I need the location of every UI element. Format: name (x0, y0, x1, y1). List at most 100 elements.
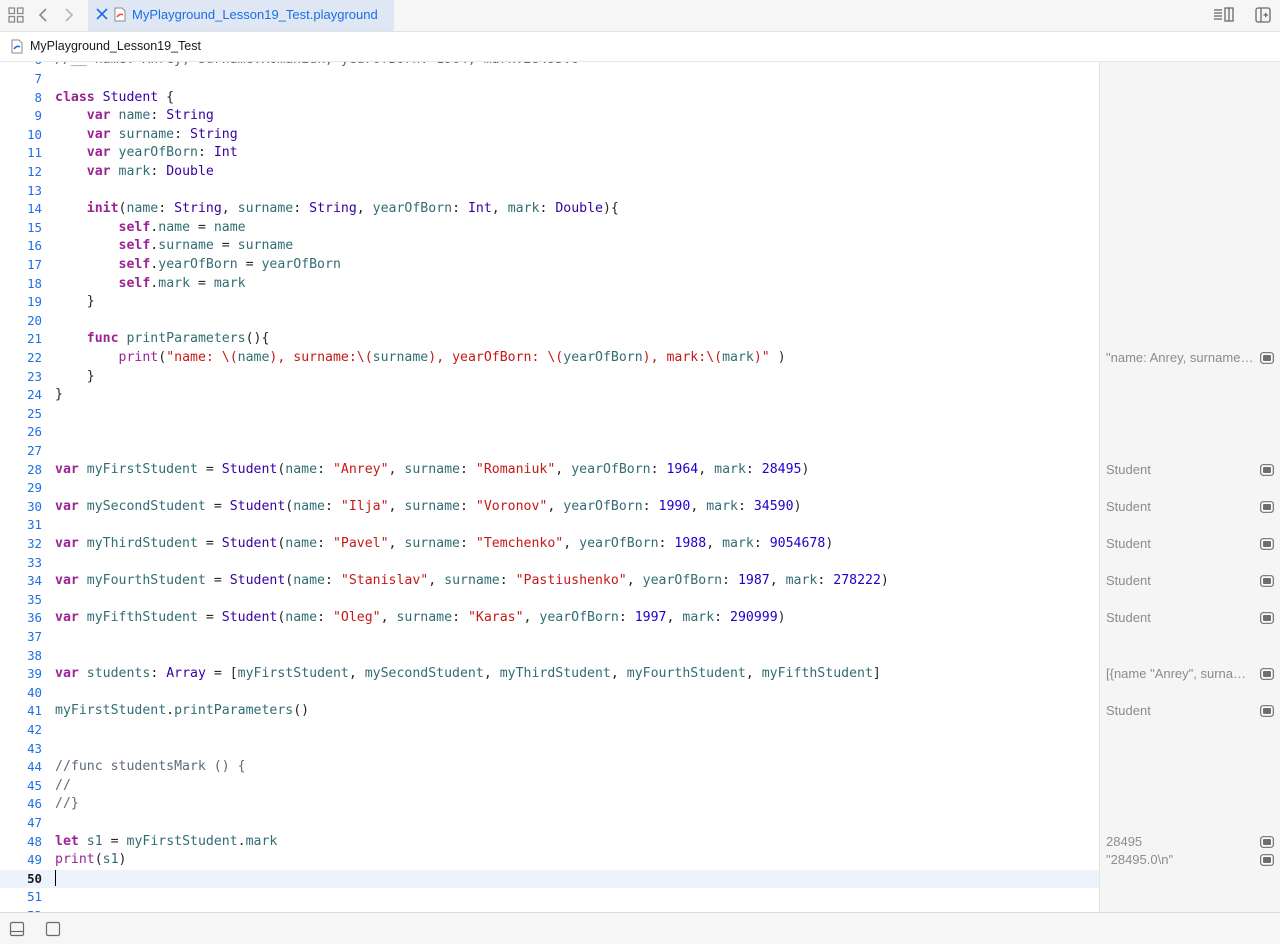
code-line[interactable]: 30 var mySecondStudent = Student(name: "I… (0, 498, 1099, 517)
code-line[interactable]: 26 (0, 423, 1099, 442)
result-value: Student (1106, 610, 1151, 626)
result-item[interactable]: "28495.0\n" (1106, 851, 1276, 870)
code-line[interactable]: 51 (0, 888, 1099, 907)
code-line[interactable]: 10 var surname: String (0, 126, 1099, 145)
editor-tab[interactable]: MyPlayground_Lesson19_Test.playground (88, 0, 394, 31)
code-line[interactable]: 21 func printParameters(){ (0, 330, 1099, 349)
line-number: 21 (27, 331, 42, 347)
code-line[interactable]: 28 var myFirstStudent = Student(name: "An… (0, 461, 1099, 480)
code-line[interactable]: 25 (0, 405, 1099, 424)
result-item[interactable]: 28495 (1106, 833, 1276, 852)
code-line[interactable]: 20 (0, 312, 1099, 331)
code-line[interactable]: 37 (0, 628, 1099, 647)
result-item[interactable]: Student (1106, 498, 1276, 517)
code-line[interactable]: 24} (0, 386, 1099, 405)
result-item[interactable]: "name: Anrey, surname: Romaniuk, yearOfB… (1106, 349, 1276, 368)
code-line[interactable]: 18 self.mark = mark (0, 275, 1099, 294)
line-number: 47 (27, 815, 42, 830)
code-line[interactable]: 40 (0, 684, 1099, 703)
code-line[interactable]: 48 let s1 = myFirstStudent.mark (0, 833, 1099, 852)
close-icon[interactable] (95, 7, 109, 21)
code-line[interactable]: 33 (0, 554, 1099, 573)
grid-icon[interactable] (7, 6, 25, 24)
code-line[interactable]: 7 (0, 70, 1099, 89)
tab-title: MyPlayground_Lesson19_Test.playground (132, 7, 378, 22)
code-text: //func studentsMark () { (55, 759, 246, 775)
jump-bar-file-name[interactable]: MyPlayground_Lesson19_Test (30, 39, 201, 53)
code-line[interactable]: 35 (0, 591, 1099, 610)
line-number: 23 (27, 368, 42, 384)
code-line[interactable]: 13 (0, 182, 1099, 201)
code-line[interactable]: 22 print("name: \(name), surname:\(surna… (0, 349, 1099, 368)
result-item[interactable]: Student (1106, 609, 1276, 628)
code-line[interactable]: 16 self.surname = surname (0, 237, 1099, 256)
editor-options-icon[interactable] (1213, 6, 1235, 24)
jump-bar[interactable]: MyPlayground_Lesson19_Test (0, 32, 1280, 62)
code-line[interactable]: 41 myFirstStudent.printParameters() (0, 702, 1099, 721)
line-number: 37 (27, 629, 42, 644)
code-line[interactable]: 36 var myFifthStudent = Student(name: "Ol… (0, 609, 1099, 628)
quick-look-icon[interactable] (1260, 705, 1274, 718)
code-line[interactable]: 8 class Student { (0, 89, 1099, 108)
line-number: 6 (0, 62, 42, 70)
result-item[interactable]: Student (1106, 461, 1276, 480)
line-number: 18 (27, 275, 42, 291)
code-line[interactable]: 11 var yearOfBorn: Int (0, 144, 1099, 163)
code-line[interactable]: 23 } (0, 368, 1099, 387)
quick-look-icon[interactable] (1260, 612, 1274, 625)
toggle-debug-area-icon[interactable] (9, 921, 25, 937)
result-item[interactable]: [{name "Anrey", surname "Romaniuk", year… (1106, 665, 1276, 684)
quick-look-icon[interactable] (1260, 500, 1274, 513)
forward-chevron-icon[interactable] (59, 6, 77, 24)
quick-look-icon[interactable] (1260, 352, 1274, 364)
code-line[interactable]: 15 self.name = name (0, 219, 1099, 238)
line-number: 35 (27, 591, 42, 607)
playground-file-icon (11, 39, 23, 54)
quick-look-icon[interactable] (1260, 835, 1274, 848)
code-text: var mark: Double (86, 164, 214, 179)
code-line[interactable]: 46 //} (0, 795, 1099, 814)
result-value: "28495.0\n" (1106, 852, 1174, 868)
code-line[interactable]: 39 var students: Array = [myFirstStudent,… (0, 665, 1099, 684)
code-line[interactable]: 32 var myThirdStudent = Student(name: "Pa… (0, 535, 1099, 554)
code-text: self.surname = surname (118, 238, 294, 254)
code-line[interactable]: 43 (0, 740, 1099, 759)
result-item[interactable]: Student (1106, 535, 1276, 554)
code-line[interactable]: 49 print(s1) (0, 851, 1099, 870)
result-item[interactable]: Student (1106, 572, 1276, 591)
quick-look-icon[interactable] (1260, 463, 1274, 476)
code-line[interactable]: 47 (0, 814, 1099, 833)
code-line[interactable]: 42 (0, 721, 1099, 740)
code-line[interactable]: 19 } (0, 293, 1099, 312)
code-line[interactable]: 34 var myFourthStudent = Student(name: "S… (0, 572, 1099, 591)
code-text: var mySecondStudent = Student(name: "Ilj… (55, 498, 802, 514)
current-code-line[interactable]: 50 (0, 869, 1099, 889)
line-number: 32 (27, 536, 42, 551)
add-editor-icon[interactable] (1254, 6, 1272, 24)
code-line[interactable]: 45 // (0, 777, 1099, 796)
code-line[interactable]: 29 (0, 479, 1099, 498)
quick-look-icon[interactable] (1260, 668, 1274, 681)
line-number: 33 (27, 554, 42, 570)
code-line[interactable]: 6 //__ name: Anrey, surname:Romaniuk, yea… (0, 62, 1099, 70)
back-chevron-icon[interactable] (35, 6, 53, 24)
code-line[interactable]: 31 (0, 516, 1099, 535)
code-editor[interactable]: 6 //__ name: Anrey, surname:Romaniuk, yea… (0, 62, 1099, 912)
line-number: 11 (27, 145, 42, 161)
code-line[interactable]: 38 (0, 647, 1099, 666)
line-number: 43 (27, 740, 42, 756)
result-item[interactable]: Student (1106, 702, 1276, 721)
code-line[interactable]: 12 var mark: Double (0, 163, 1099, 182)
code-line[interactable]: 44 //func studentsMark () { (0, 758, 1099, 777)
quick-look-icon[interactable] (1260, 854, 1274, 867)
quick-look-icon[interactable] (1260, 575, 1274, 588)
quick-look-icon[interactable] (1260, 538, 1274, 550)
code-line[interactable]: 9 var name: String (0, 107, 1099, 126)
results-sidebar: "name: Anrey, surname: Romaniuk, yearOfB… (1099, 62, 1280, 912)
run-stop-icon[interactable] (45, 921, 61, 937)
line-number: 40 (27, 684, 42, 700)
code-line[interactable]: 27 (0, 442, 1099, 461)
line-number: 8 (34, 89, 42, 105)
code-line[interactable]: 14 init(name: String, surname: String, y… (0, 200, 1099, 219)
code-line[interactable]: 17 self.yearOfBorn = yearOfBorn (0, 256, 1099, 275)
